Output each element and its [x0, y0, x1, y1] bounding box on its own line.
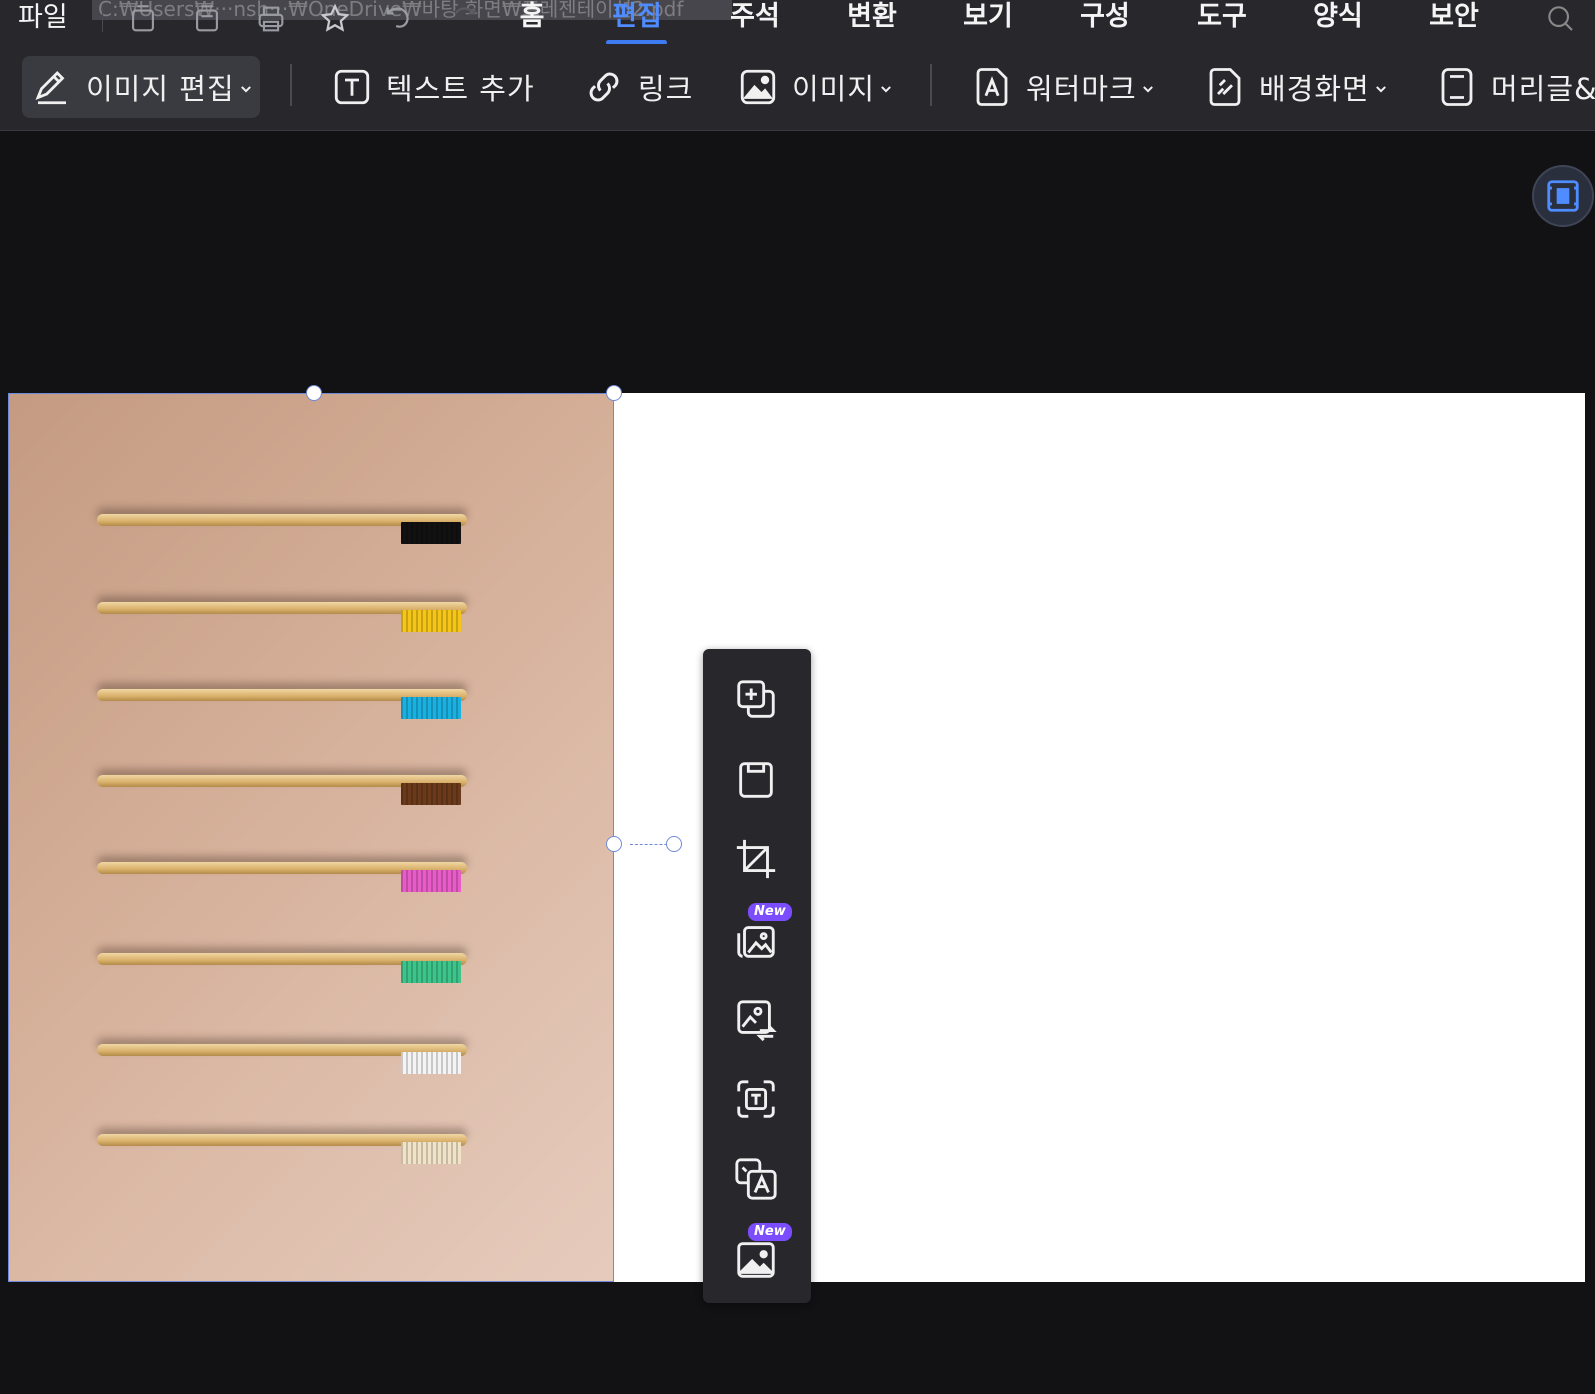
edit-pen-icon: [30, 65, 74, 109]
replace-image-button[interactable]: [730, 993, 782, 1045]
crop-button[interactable]: [730, 833, 782, 885]
save-icon[interactable]: [190, 2, 224, 36]
tab-edit[interactable]: 편집: [605, 0, 669, 34]
fit-page-button[interactable]: [1532, 165, 1594, 227]
background-button[interactable]: 배경화면: [1203, 56, 1388, 118]
text-box-icon: [330, 65, 374, 109]
add-image-icon: [737, 680, 775, 718]
chevron-down-icon: [1375, 86, 1386, 93]
add-text-button[interactable]: 텍스트 추가: [330, 56, 535, 118]
pdf-page[interactable]: New New: [8, 385, 1585, 1303]
ai-image-icon: [737, 926, 775, 958]
toolbar-divider: [290, 64, 292, 106]
menu-divider: [102, 4, 103, 32]
new-badge: New: [748, 1223, 792, 1241]
toothbrush-blue: [97, 677, 469, 719]
toolbar-divider: [930, 64, 932, 106]
edit-image-button[interactable]: 이미지 편집: [22, 56, 260, 118]
watermark-button[interactable]: 워터마크: [970, 56, 1155, 118]
header-footer-icon: [1435, 65, 1479, 109]
resize-handle-right[interactable]: [606, 836, 622, 852]
menu-bar: C:₩Users₩···nsh···₩OneDrive₩바탕 화면₩프레젠테이션…: [0, 0, 1595, 45]
image-context-toolbar: New New: [703, 649, 811, 1303]
toothbrush-black: [97, 502, 469, 544]
star-icon[interactable]: [318, 2, 352, 36]
background-label: 배경화면: [1259, 72, 1370, 106]
undo-icon[interactable]: [382, 2, 416, 36]
save-image-button[interactable]: [730, 753, 782, 805]
new-document-icon[interactable]: [126, 2, 160, 36]
toothbrush-green: [97, 941, 469, 983]
tab-convert[interactable]: 변환: [840, 0, 904, 34]
tab-form[interactable]: 양식: [1306, 0, 1370, 34]
watermark-icon: [970, 65, 1014, 109]
tab-organize[interactable]: 구성: [1073, 0, 1137, 34]
resize-handle-top-right[interactable]: [606, 385, 622, 401]
toothbrush-brown: [97, 763, 469, 805]
redo-icon[interactable]: [446, 2, 480, 36]
ocr-text-button[interactable]: [730, 1073, 782, 1125]
link-icon: [582, 65, 626, 109]
save-image-icon: [739, 762, 773, 798]
image-icon: [736, 65, 780, 109]
edit-image-label: 이미지 편집: [86, 72, 235, 106]
header-footer-label: 머리글&: [1491, 72, 1595, 106]
file-menu[interactable]: 파일: [18, 0, 68, 36]
toothbrush-natural: [97, 1122, 469, 1164]
link-button[interactable]: 링크: [582, 56, 693, 118]
rotate-handle[interactable]: [666, 836, 682, 852]
chevron-down-icon: [881, 86, 891, 93]
add-image-button[interactable]: [730, 673, 782, 725]
replace-image-icon: [737, 1000, 777, 1042]
selected-image-toothbrushes[interactable]: [8, 393, 614, 1282]
tab-security[interactable]: 보안: [1422, 0, 1486, 34]
ai-image-tool-icon: [737, 1242, 775, 1278]
chevron-down-icon: [240, 86, 251, 93]
background-icon: [1203, 65, 1247, 109]
tab-comment[interactable]: 주석: [723, 0, 787, 34]
image-button[interactable]: 이미지: [736, 56, 893, 118]
edit-toolbar: 이미지 편집 텍스트 추가 링크 이미지 워터마크 배경화면 머리글&: [0, 44, 1595, 131]
resize-handle-top[interactable]: [306, 385, 322, 401]
new-badge: New: [748, 903, 792, 921]
link-label: 링크: [638, 72, 694, 106]
print-icon[interactable]: [254, 2, 288, 36]
add-text-label: 텍스트 추가: [386, 72, 535, 106]
toothbrush-white: [97, 1032, 469, 1074]
search-icon[interactable]: [1544, 2, 1576, 34]
tab-tools[interactable]: 도구: [1190, 0, 1254, 34]
toothbrush-pink: [97, 850, 469, 892]
watermark-label: 워터마크: [1026, 72, 1137, 106]
crop-icon: [736, 839, 776, 879]
translate-icon: [735, 1158, 777, 1200]
header-footer-button[interactable]: 머리글&: [1435, 56, 1595, 118]
ocr-text-icon: [737, 1080, 775, 1118]
ai-image-button[interactable]: New: [730, 903, 792, 965]
ai-image-tool-button[interactable]: New: [730, 1223, 792, 1285]
translate-button[interactable]: [730, 1153, 782, 1205]
document-canvas: New New: [0, 132, 1595, 1394]
fit-page-icon: [1547, 180, 1579, 212]
image-label: 이미지: [792, 72, 876, 106]
tab-view[interactable]: 보기: [956, 0, 1020, 34]
tab-home[interactable]: 홈: [517, 0, 547, 34]
chevron-down-icon: [1142, 86, 1153, 93]
toothbrush-yellow: [97, 590, 469, 632]
